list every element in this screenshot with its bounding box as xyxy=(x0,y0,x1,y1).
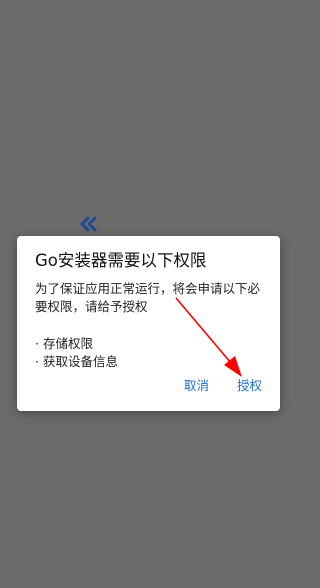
double-chevron-left-icon xyxy=(80,216,97,232)
grant-button[interactable]: 授权 xyxy=(237,377,262,395)
cancel-button[interactable]: 取消 xyxy=(184,377,209,395)
dialog-actions: 取消 授权 xyxy=(184,377,262,395)
dialog-title: Go安装器需要以下权限 xyxy=(35,251,207,270)
permission-dialog: Go安装器需要以下权限 为了保证应用正常运行，将会申请以下必要权限，请给予授权 … xyxy=(17,236,280,411)
dialog-message: 为了保证应用正常运行，将会申请以下必要权限，请给予授权 xyxy=(35,281,261,314)
permission-item-device-info: · 获取设备信息 xyxy=(35,354,118,369)
permission-item-storage: · 存储权限 xyxy=(35,336,93,351)
permission-list: · 存储权限 · 获取设备信息 xyxy=(35,335,262,371)
